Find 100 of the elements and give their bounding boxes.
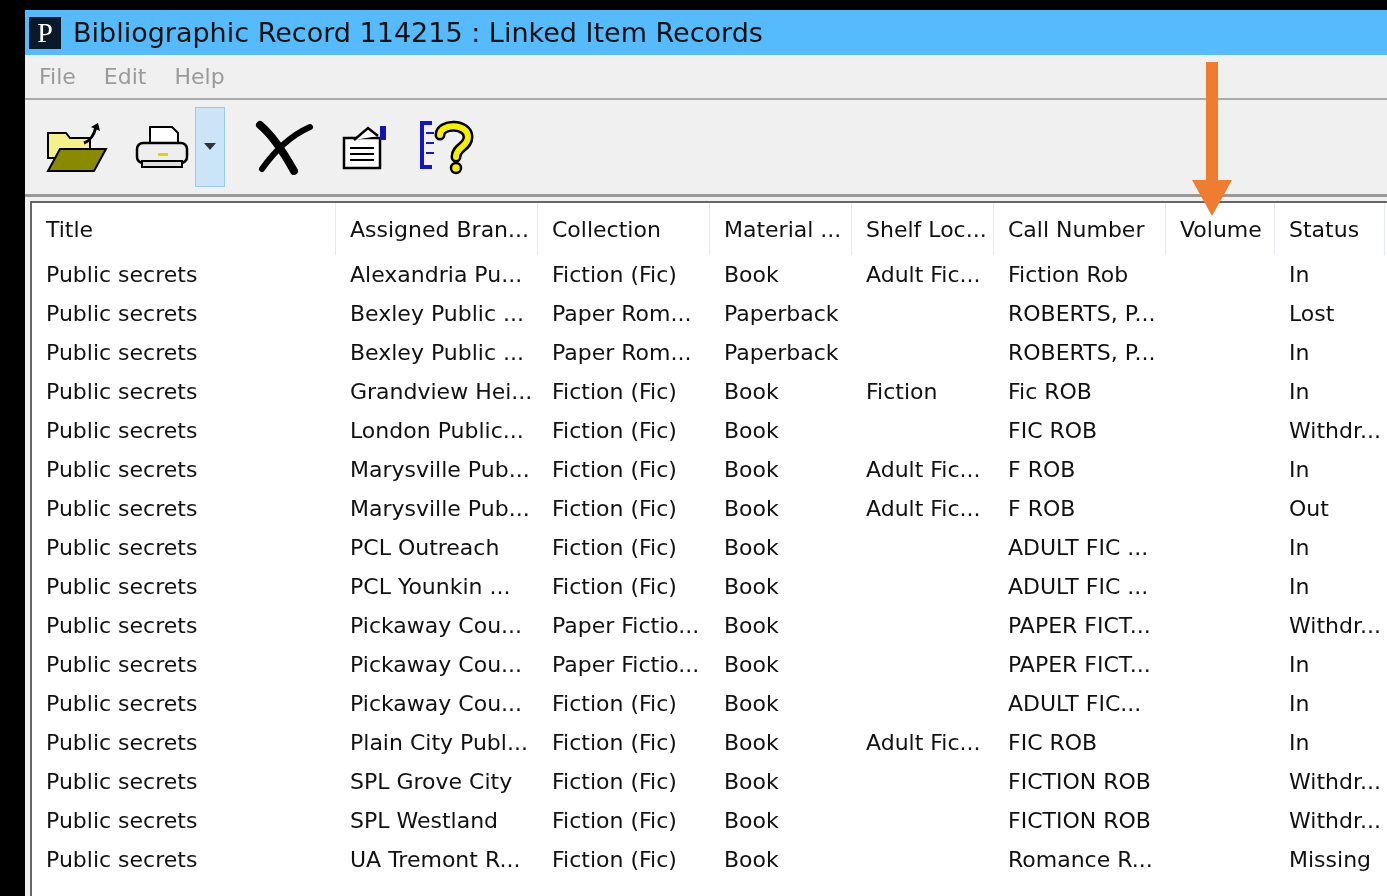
table-cell: In <box>1289 535 1310 560</box>
table-cell: Fiction (Fic) <box>552 808 677 833</box>
table-cell: Book <box>724 613 779 638</box>
table-cell: Adult Fic... <box>866 496 981 521</box>
table-cell: Book <box>724 847 779 872</box>
table-cell: Public secrets <box>46 769 198 794</box>
table-cell: Fiction (Fic) <box>552 574 677 599</box>
table-cell: Paper Rom... <box>552 301 692 326</box>
app-logo-icon: P <box>29 16 61 49</box>
table-cell: ROBERTS, P... <box>1008 301 1156 326</box>
table-cell: Public secrets <box>46 847 198 872</box>
table-cell: Fiction (Fic) <box>552 847 677 872</box>
table-cell: In <box>1289 262 1310 287</box>
table-cell: Fiction (Fic) <box>552 379 677 404</box>
table-cell: ADULT FIC... <box>1008 691 1142 716</box>
table-cell: Public secrets <box>46 652 198 677</box>
table-cell: Alexandria Pu... <box>350 262 523 287</box>
table-cell: Book <box>724 379 779 404</box>
table-cell: Marysville Pub... <box>350 457 530 482</box>
table-cell: Withdr... <box>1289 613 1381 638</box>
table-cell: Book <box>724 418 779 443</box>
table-cell: Paper Rom... <box>552 340 692 365</box>
table-cell: Fiction (Fic) <box>552 418 677 443</box>
table-cell: Missing <box>1289 847 1372 872</box>
table-cell: Fiction (Fic) <box>552 262 677 287</box>
table-cell: Book <box>724 262 779 287</box>
table-cell: Adult Fic... <box>866 457 981 482</box>
table-cell: London Public... <box>350 418 524 443</box>
table-cell: FICTION ROB <box>1008 808 1151 833</box>
printer-icon <box>134 123 190 171</box>
table-cell: Public secrets <box>46 457 198 482</box>
table-cell: In <box>1289 730 1310 755</box>
table-cell: PAPER FICT... <box>1008 652 1151 677</box>
table-cell: Fiction (Fic) <box>552 730 677 755</box>
table-cell: Fiction (Fic) <box>552 769 677 794</box>
table-cell: Public secrets <box>46 574 198 599</box>
table-cell: Grandview Hei... <box>350 379 533 404</box>
table-cell: FIC ROB <box>1008 418 1098 443</box>
window-title: Bibliographic Record 114215 : Linked Item Records <box>73 17 763 48</box>
table-cell: Plain City Publ... <box>350 730 528 755</box>
table-cell: FIC ROB <box>1008 730 1098 755</box>
table-cell: Public secrets <box>46 613 198 638</box>
table-cell: Romance R... <box>1008 847 1153 872</box>
table-cell: Public secrets <box>46 301 198 326</box>
table-cell: UA Tremont R... <box>350 847 521 872</box>
table-cell: Fiction (Fic) <box>552 496 677 521</box>
table-cell: Pickaway Cou... <box>350 652 523 677</box>
table-cell: Adult Fic... <box>866 262 981 287</box>
table-cell: Paper Fictio... <box>552 652 700 677</box>
table-cell: Bexley Public ... <box>350 301 524 326</box>
column-header[interactable]: Material ... <box>710 203 852 255</box>
table-cell: In <box>1289 691 1310 716</box>
table-cell: Fiction Rob <box>1008 262 1129 287</box>
table-cell: Book <box>724 769 779 794</box>
table-cell: In <box>1289 379 1310 404</box>
table-cell: Marysville Pub... <box>350 496 530 521</box>
table-cell: Bexley Public ... <box>350 340 524 365</box>
column-header[interactable]: Title <box>32 203 336 255</box>
column-header[interactable]: Status <box>1275 203 1385 255</box>
table-cell: SPL Grove City <box>350 769 513 794</box>
table-cell: Book <box>724 652 779 677</box>
table-cell: Public secrets <box>46 535 198 560</box>
table-cell: In <box>1289 457 1310 482</box>
column-header[interactable]: Call Number <box>994 203 1166 255</box>
table-cell: Fiction (Fic) <box>552 691 677 716</box>
table-cell: Public secrets <box>46 691 198 716</box>
table-cell: Out <box>1289 496 1329 521</box>
table-cell: In <box>1289 652 1310 677</box>
table-cell: Book <box>724 496 779 521</box>
table-cell: Paperback <box>724 301 839 326</box>
table-cell: Fiction (Fic) <box>552 457 677 482</box>
table-cell: Book <box>724 535 779 560</box>
table-cell: Public secrets <box>46 418 198 443</box>
column-header[interactable]: Shelf Loc... <box>852 203 994 255</box>
table-cell: Book <box>724 457 779 482</box>
table-cell: In <box>1289 574 1310 599</box>
table-cell: Book <box>724 730 779 755</box>
table-cell: Paper Fictio... <box>552 613 700 638</box>
table-cell: Public secrets <box>46 808 198 833</box>
table-cell: ROBERTS, P... <box>1008 340 1156 365</box>
caret-icon <box>204 143 216 151</box>
table-cell: FICTION ROB <box>1008 769 1151 794</box>
table-cell: Lost <box>1289 301 1335 326</box>
table-cell: PAPER FICT... <box>1008 613 1151 638</box>
table-cell: ADULT FIC ... <box>1008 574 1149 599</box>
table-cell: Adult Fic... <box>866 730 981 755</box>
table-cell: Fiction (Fic) <box>552 535 677 560</box>
column-header[interactable]: Assigned Bran... <box>336 203 538 255</box>
table-cell: Paperback <box>724 340 839 365</box>
table-cell: Public secrets <box>46 262 198 287</box>
question-mark-icon <box>418 119 474 175</box>
table-cell: ADULT FIC ... <box>1008 535 1149 560</box>
table-cell: PCL Outreach <box>350 535 500 560</box>
table-cell: F ROB <box>1008 496 1076 521</box>
table-cell: In <box>1289 340 1310 365</box>
column-header[interactable]: Collection <box>538 203 710 255</box>
table-cell: SPL Westland <box>350 808 499 833</box>
table-cell: Public secrets <box>46 379 198 404</box>
table-cell: Pickaway Cou... <box>350 691 523 716</box>
table-cell: Withdr... <box>1289 418 1381 443</box>
